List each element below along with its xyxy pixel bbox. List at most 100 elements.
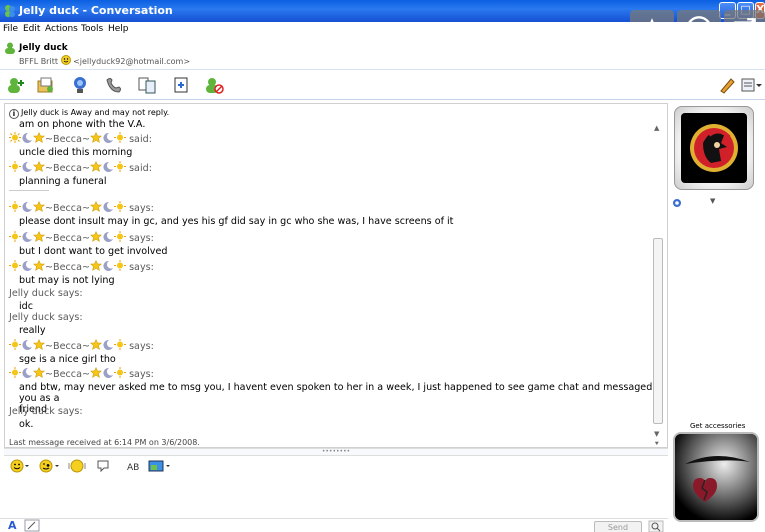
- show-menu-icon[interactable]: [740, 76, 762, 94]
- moon-emoticon-icon: [21, 260, 33, 271]
- contact-display-picture[interactable]: [674, 106, 754, 190]
- wink-picker-icon[interactable]: [38, 459, 60, 473]
- sun-emoticon-icon: [114, 231, 126, 242]
- says-label: says:: [129, 233, 154, 244]
- message-text: really: [19, 325, 46, 336]
- handwriting-icon[interactable]: [24, 519, 40, 532]
- activities-icon[interactable]: [171, 76, 191, 94]
- sender-line: ~Becca~ says:: [9, 366, 655, 380]
- block-contact-icon[interactable]: [204, 76, 224, 94]
- phone-call-icon[interactable]: [104, 76, 124, 94]
- sun-emoticon-icon: [9, 231, 21, 242]
- star-emoticon-icon: [32, 200, 46, 213]
- sun-emoticon-icon: [114, 260, 126, 271]
- search-icon[interactable]: [648, 520, 664, 532]
- scroll-thumb[interactable]: [653, 238, 663, 424]
- svg-text:AB: AB: [127, 463, 139, 473]
- invite-contact-icon[interactable]: [6, 76, 26, 94]
- senators-logo-icon: [690, 124, 738, 172]
- scroll-up-arrow-icon[interactable]: ▲: [654, 124, 659, 132]
- my-display-picture[interactable]: [673, 432, 759, 522]
- moon-emoticon-icon: [102, 161, 114, 172]
- sender-name: ~Becca~: [45, 163, 90, 174]
- moon-emoticon-icon: [102, 367, 114, 378]
- background-picker-icon[interactable]: [148, 459, 172, 473]
- message-block: Jelly duck says: idc: [9, 288, 655, 312]
- sun-emoticon-icon: [114, 367, 126, 378]
- separator: [9, 190, 49, 191]
- menu-file[interactable]: File: [3, 24, 18, 34]
- sun-emoticon-icon: [9, 201, 21, 212]
- message-input[interactable]: [4, 476, 668, 521]
- said-label: said:: [129, 163, 152, 174]
- menu-edit[interactable]: Edit: [23, 24, 40, 34]
- display-picture-menu-arrow-icon[interactable]: ▼: [710, 197, 715, 205]
- share-folder-icon[interactable]: [137, 76, 157, 94]
- conversation-history[interactable]: i Jelly duck is Away and may not reply. a…: [4, 103, 668, 448]
- moon-emoticon-icon: [21, 231, 33, 242]
- sender-name: ~Becca~: [45, 341, 90, 352]
- sun-emoticon-icon: [9, 260, 21, 271]
- menu-help[interactable]: Help: [108, 24, 129, 34]
- sender-line: Jelly duck says:: [9, 406, 655, 417]
- message-block: ~Becca~ said: planning a funeral: [9, 160, 655, 187]
- moon-emoticon-icon: [21, 339, 33, 350]
- message-text: ok.: [19, 419, 34, 430]
- info-icon: i: [9, 109, 19, 119]
- message-text: please dont insult may in gc, and yes hi…: [19, 216, 454, 227]
- last-message-timestamp: Last message received at 6:14 PM on 3/6/…: [9, 438, 200, 447]
- message-block: ~Becca~ says: please dont insult may in …: [9, 200, 655, 227]
- sun-emoticon-icon: [9, 132, 21, 143]
- voice-clip-icon[interactable]: [96, 459, 112, 473]
- sender-name: ~Becca~: [45, 262, 90, 273]
- pen-color-icon[interactable]: [718, 76, 738, 94]
- message-block: Jelly duck says: ok.: [9, 406, 655, 430]
- menu-actions[interactable]: Actions: [45, 24, 78, 34]
- sender-name: ~Becca~: [45, 369, 90, 380]
- font-icon[interactable]: AB: [126, 459, 142, 473]
- message-block: Jelly duck says: really: [9, 312, 655, 336]
- messenger-icon: [5, 5, 15, 17]
- pane-splitter[interactable]: ••••••••: [4, 448, 668, 456]
- star-emoticon-icon: [32, 160, 46, 173]
- scroll-down-arrow-icon[interactable]: ▼: [654, 430, 659, 438]
- message-text: planning a funeral: [19, 176, 107, 187]
- message-text: but may is not lying: [19, 275, 115, 286]
- star-emoticon-icon: [89, 200, 103, 213]
- menu-tools[interactable]: Tools: [81, 24, 103, 34]
- send-files-icon[interactable]: [36, 76, 56, 94]
- message-text: idc: [19, 301, 34, 312]
- font-style-icon[interactable]: A: [8, 519, 17, 532]
- star-emoticon-icon: [89, 366, 103, 379]
- message-text: am on phone with the V.A.: [19, 119, 146, 130]
- star-emoticon-icon: [32, 338, 46, 351]
- says-label: says:: [57, 312, 83, 323]
- sender-name: Jelly duck: [9, 406, 55, 417]
- contact-email: <jellyduck92@hotmail.com>: [73, 57, 191, 66]
- sender-line: ~Becca~ says:: [9, 338, 655, 352]
- sender-name: Jelly duck: [9, 288, 55, 299]
- send-button[interactable]: Send: [594, 521, 642, 532]
- star-emoticon-icon: [89, 259, 103, 272]
- star-emoticon-icon: [89, 131, 103, 144]
- message-block: ~Becca~ says: sge is a nice girl tho: [9, 338, 655, 365]
- sender-line: ~Becca~ says:: [9, 200, 655, 214]
- star-emoticon-icon: [89, 338, 103, 351]
- message-block: ~Becca~ says: but I dont want to get inv…: [9, 230, 655, 257]
- webcam-icon[interactable]: [70, 76, 90, 94]
- webcam-status-icon[interactable]: [672, 198, 682, 211]
- sender-line: ~Becca~ says:: [9, 230, 655, 244]
- nudge-icon[interactable]: [68, 459, 86, 473]
- sun-emoticon-icon: [114, 339, 126, 350]
- says-label: says:: [129, 369, 154, 380]
- star-emoticon-icon: [89, 160, 103, 173]
- sun-emoticon-icon: [114, 132, 126, 143]
- sun-emoticon-icon: [114, 161, 126, 172]
- said-label: said:: [129, 134, 152, 145]
- message-line: am on phone with the V.A.: [9, 119, 655, 130]
- emoticon-picker-icon[interactable]: [10, 459, 30, 473]
- display-pictures-panel: ▼ Get accessories: [668, 100, 765, 532]
- message-text: and btw, may never asked me to msg you, …: [19, 382, 653, 404]
- get-accessories-link[interactable]: Get accessories: [690, 422, 745, 430]
- history-scrollbar[interactable]: ▲ ▼ ⯆: [653, 120, 663, 450]
